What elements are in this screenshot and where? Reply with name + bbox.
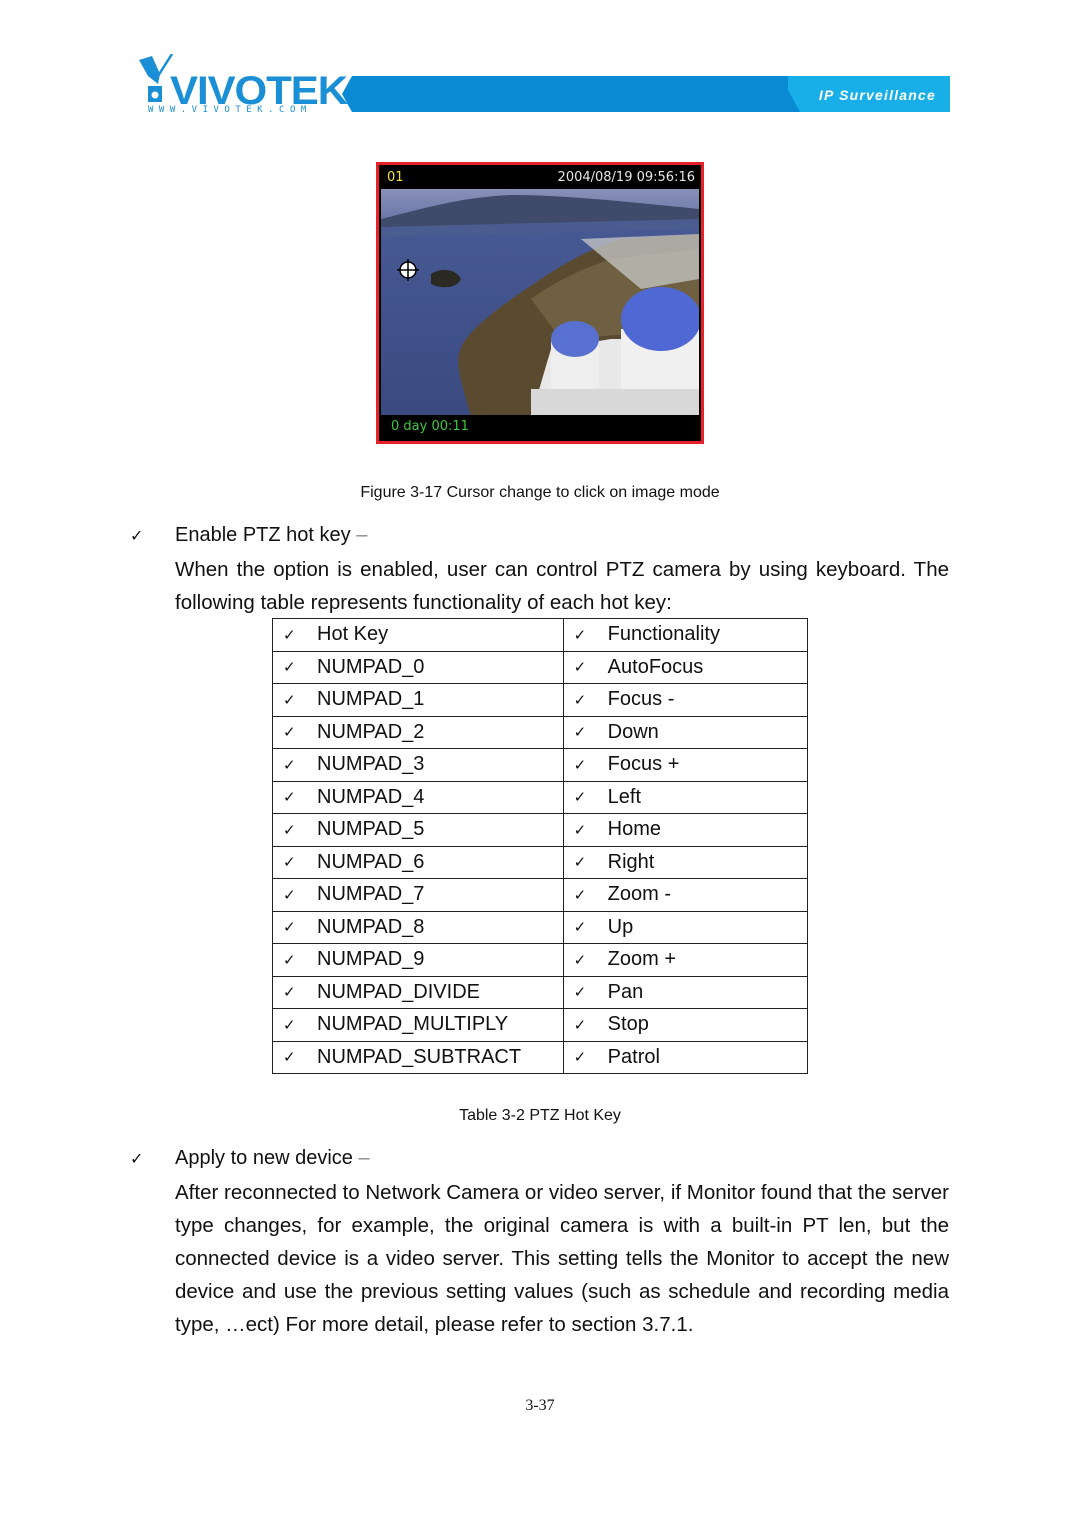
checkmark-icon: ✓ [283,820,296,839]
table-row: ✓ NUMPAD_1 ✓ Focus - [272,683,809,717]
hotkey-cell: NUMPAD_SUBTRACT [317,1045,522,1068]
function-cell: Home [607,818,662,841]
table-row: ✓ NUMPAD_3 ✓ Focus + [272,748,809,782]
ptz-hotkey-table: ✓ Hot Key ✓ Functionality ✓ NUMPAD_0 ✓ AutoFo… [272,618,809,1074]
checkmark-icon: ✓ [283,983,296,1002]
checkmark-icon: ✓ [130,1149,144,1168]
ptz-hotkey-description: When the option is enabled, user can con… [175,558,949,614]
table-row: ✓ NUMPAD_SUBTRACT ✓ Patrol [272,1040,809,1074]
hotkey-cell: NUMPAD_MULTIPLY [317,1013,509,1036]
table-row: ✓ NUMPAD_9 ✓ Zoom + [272,943,809,977]
checkmark-icon: ✓ [283,788,296,807]
table-row: ✓ NUMPAD_DIVIDE ✓ Pan [272,975,809,1009]
table-row: ✓ NUMPAD_6 ✓ Right [272,845,809,879]
table-row: ✓ NUMPAD_MULTIPLY ✓ Stop [272,1008,809,1042]
function-cell: Zoom + [607,948,677,971]
function-cell: Focus - [607,688,675,711]
column-header: Hot Key [317,623,389,646]
camera-title-bar: 01 2004/08/19 09:56:16 [381,167,699,189]
elapsed-time: 0 day 00:11 [391,419,469,434]
page-header: VIVOTEK WWW.VIVOTEK.COM IP Surveillance [134,48,950,118]
function-cell: Pan [607,980,644,1003]
table-row: ✓ NUMPAD_4 ✓ Left [272,780,809,814]
checkmark-icon: ✓ [283,625,296,644]
table-row: ✓ NUMPAD_5 ✓ Home [272,813,809,847]
checkmark-icon: ✓ [573,918,587,937]
checkmark-icon: ✓ [573,1048,587,1067]
checkmark-icon: ✓ [283,755,296,774]
apply-new-device-description: After reconnected to Network Camera or v… [175,1181,949,1336]
function-cell: Zoom - [607,883,672,906]
checkmark-icon: ✓ [573,950,587,969]
hotkey-cell: NUMPAD_2 [317,720,425,743]
hotkey-cell: NUMPAD_1 [317,688,425,711]
hotkey-cell: NUMPAD_0 [317,655,425,678]
hotkey-cell: NUMPAD_4 [317,785,425,808]
camera-timestamp: 2004/08/19 09:56:16 [557,170,695,185]
function-cell: Patrol [607,1045,660,1068]
vivotek-logo: VIVOTEK WWW.VIVOTEK.COM [134,48,349,118]
checkmark-icon: ✓ [283,690,296,709]
table-row: ✓ NUMPAD_2 ✓ Down [272,715,809,749]
function-cell: Right [607,850,655,873]
tagline: IP Surveillance [818,87,936,103]
checkmark-icon: ✓ [283,723,296,742]
crosshair-cursor-icon [397,259,419,281]
checkmark-icon: ✓ [130,526,144,545]
camera-view-figure: 01 2004/08/19 09:56:16 0 day 00:11 [376,162,704,444]
dash: – [356,524,368,546]
page-number: 3-37 [525,1397,555,1414]
checkmark-icon: ✓ [573,723,587,742]
table-header-row: ✓ Hot Key ✓ Functionality [272,618,809,652]
checkmark-icon: ✓ [573,625,587,644]
checkmark-icon: ✓ [573,658,587,677]
checkmark-icon: ✓ [573,853,587,872]
checkmark-icon: ✓ [573,885,587,904]
checkmark-icon: ✓ [573,820,587,839]
hotkey-cell: NUMPAD_9 [317,948,425,971]
checkmark-icon: ✓ [283,853,296,872]
table-caption: Table 3-2 PTZ Hot Key [459,1107,621,1124]
hotkey-cell: NUMPAD_8 [317,915,425,938]
function-cell: Stop [607,1013,649,1036]
hotkey-cell: NUMPAD_DIVIDE [317,980,480,1003]
checkmark-icon: ✓ [573,788,587,807]
hotkey-cell: NUMPAD_5 [317,818,425,841]
checkmark-icon: ✓ [573,1015,587,1034]
camera-id: 01 [387,170,404,185]
ptz-hotkey-heading: ✓ Enable PTZ hot key – [130,524,367,547]
table-row: ✓ NUMPAD_7 ✓ Zoom - [272,878,809,912]
function-cell: Up [607,915,634,938]
function-cell: Down [607,720,659,743]
dash: – [358,1147,370,1169]
apply-new-device-heading: ✓ Apply to new device – [130,1147,370,1170]
brand-url: WWW.VIVOTEK.COM [148,105,312,115]
checkmark-icon: ✓ [283,918,296,937]
table-row: ✓ NUMPAD_0 ✓ AutoFocus [272,650,809,684]
function-cell: Focus + [607,753,680,776]
hotkey-cell: NUMPAD_3 [317,753,425,776]
camera-image[interactable] [381,189,699,417]
function-cell: Left [607,785,642,808]
hotkey-cell: NUMPAD_6 [317,850,425,873]
figure-caption: Figure 3-17 Cursor change to click on im… [360,484,720,501]
checkmark-icon: ✓ [283,950,296,969]
checkmark-icon: ✓ [283,1015,296,1034]
function-cell: AutoFocus [607,655,704,678]
column-header: Functionality [607,623,720,646]
table-row: ✓ NUMPAD_8 ✓ Up [272,910,809,944]
checkmark-icon: ✓ [573,755,587,774]
checkmark-icon: ✓ [573,690,587,709]
checkmark-icon: ✓ [283,658,296,677]
apply-new-device-title: Apply to new device [175,1147,353,1169]
camera-status-bar: 0 day 00:11 [381,415,699,439]
checkmark-icon: ✓ [283,885,296,904]
hotkey-cell: NUMPAD_7 [317,883,425,906]
ptz-hotkey-title: Enable PTZ hot key [175,524,351,546]
checkmark-icon: ✓ [573,983,587,1002]
checkmark-icon: ✓ [283,1048,296,1067]
